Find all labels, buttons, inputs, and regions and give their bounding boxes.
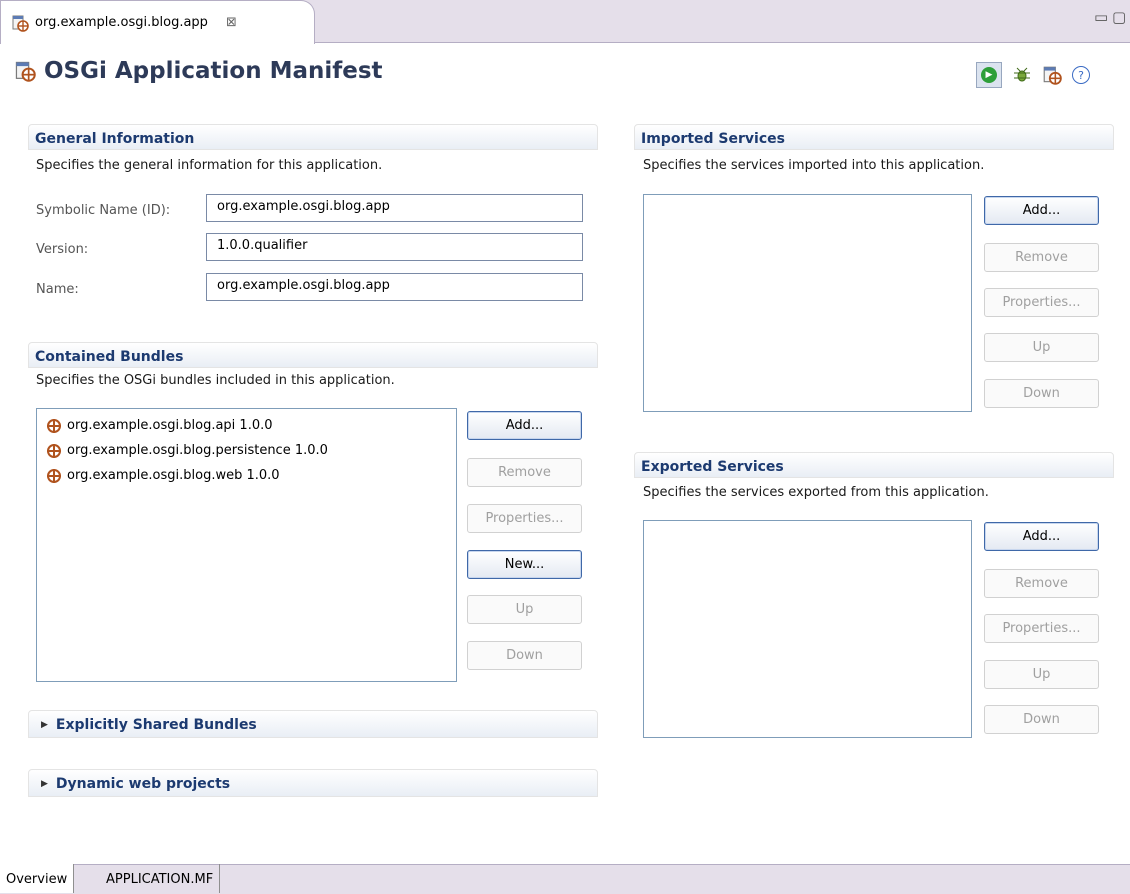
general-description: Specifies the general information for th… bbox=[36, 158, 383, 173]
exported-description: Specifies the services exported from thi… bbox=[643, 485, 989, 500]
name-label: Name: bbox=[36, 282, 79, 297]
exported-up-button[interactable]: Up bbox=[984, 660, 1099, 689]
list-item[interactable]: org.example.osgi.blog.persistence 1.0.0 bbox=[37, 438, 456, 463]
editor-tab-title: org.example.osgi.blog.app bbox=[35, 15, 208, 30]
imported-properties-button[interactable]: Properties... bbox=[984, 288, 1099, 317]
name-field[interactable]: org.example.osgi.blog.app bbox=[206, 273, 583, 301]
bundles-up-button[interactable]: Up bbox=[467, 595, 582, 624]
imported-add-button[interactable]: Add... bbox=[984, 196, 1099, 225]
minimize-icon[interactable]: ▭ bbox=[1094, 8, 1108, 28]
manifest-file-icon bbox=[12, 15, 29, 32]
exported-services-list[interactable] bbox=[643, 520, 972, 738]
close-icon[interactable]: ⊠ bbox=[226, 15, 237, 30]
explicitly-shared-bundles-title: Explicitly Shared Bundles bbox=[55, 717, 257, 733]
bundles-section-header: Contained Bundles bbox=[28, 342, 598, 368]
bundle-icon bbox=[47, 468, 61, 483]
general-section-title: General Information bbox=[35, 131, 195, 147]
manifest-export-icon[interactable] bbox=[1042, 65, 1062, 85]
expand-triangle-icon: ▶ bbox=[41, 720, 48, 730]
run-button[interactable]: ▶ bbox=[976, 62, 1002, 88]
bundles-list[interactable]: org.example.osgi.blog.api 1.0.0 org.exam… bbox=[36, 408, 457, 682]
explicitly-shared-bundles-section[interactable]: ▶ Explicitly Shared Bundles bbox=[28, 710, 598, 738]
tab-overview[interactable]: Overview bbox=[0, 864, 75, 893]
header-toolbar: ▶ ? bbox=[976, 62, 1090, 88]
list-item[interactable]: org.example.osgi.blog.api 1.0.0 bbox=[37, 413, 456, 438]
dynamic-web-projects-title: Dynamic web projects bbox=[55, 776, 231, 792]
bundles-section-title: Contained Bundles bbox=[35, 349, 184, 365]
page-title-text: OSGi Application Manifest bbox=[44, 58, 383, 84]
exported-properties-button[interactable]: Properties... bbox=[984, 614, 1099, 643]
exported-add-button[interactable]: Add... bbox=[984, 522, 1099, 551]
bundle-label: org.example.osgi.blog.api 1.0.0 bbox=[67, 418, 273, 433]
expand-triangle-icon: ▶ bbox=[41, 779, 48, 789]
exported-remove-button[interactable]: Remove bbox=[984, 569, 1099, 598]
bundle-label: org.example.osgi.blog.persistence 1.0.0 bbox=[67, 443, 328, 458]
help-icon[interactable]: ? bbox=[1072, 66, 1090, 84]
maximize-icon[interactable]: ▢ bbox=[1112, 8, 1126, 28]
imported-remove-button[interactable]: Remove bbox=[984, 243, 1099, 272]
symbolic-name-label: Symbolic Name (ID): bbox=[36, 203, 171, 218]
imported-services-list[interactable] bbox=[643, 194, 972, 412]
run-icon: ▶ bbox=[981, 67, 997, 83]
bundle-label: org.example.osgi.blog.web 1.0.0 bbox=[67, 468, 280, 483]
debug-icon[interactable] bbox=[1012, 65, 1032, 85]
bundles-new-button[interactable]: New... bbox=[467, 550, 582, 579]
exported-down-button[interactable]: Down bbox=[984, 705, 1099, 734]
bundle-icon bbox=[47, 443, 61, 458]
tab-application-mf[interactable]: APPLICATION.MF bbox=[100, 864, 221, 893]
bundles-properties-button[interactable]: Properties... bbox=[467, 504, 582, 533]
imported-description: Specifies the services imported into thi… bbox=[643, 158, 985, 173]
bundles-remove-button[interactable]: Remove bbox=[467, 458, 582, 487]
bundles-description: Specifies the OSGi bundles included in t… bbox=[36, 373, 395, 388]
bundles-down-button[interactable]: Down bbox=[467, 641, 582, 670]
version-label: Version: bbox=[36, 242, 89, 257]
symbolic-name-field[interactable]: org.example.osgi.blog.app bbox=[206, 194, 583, 222]
exported-section-title: Exported Services bbox=[641, 459, 784, 475]
list-item[interactable]: org.example.osgi.blog.web 1.0.0 bbox=[37, 463, 456, 488]
manifest-icon bbox=[15, 61, 36, 82]
dynamic-web-projects-section[interactable]: ▶ Dynamic web projects bbox=[28, 769, 598, 797]
bundles-add-button[interactable]: Add... bbox=[467, 411, 582, 440]
editor-tab[interactable]: org.example.osgi.blog.app ⊠ bbox=[0, 0, 315, 44]
version-field[interactable]: 1.0.0.qualifier bbox=[206, 233, 583, 261]
imported-down-button[interactable]: Down bbox=[984, 379, 1099, 408]
page-title: OSGi Application Manifest bbox=[14, 58, 383, 84]
imported-up-button[interactable]: Up bbox=[984, 333, 1099, 362]
exported-section-header: Exported Services bbox=[634, 452, 1114, 478]
imported-section-title: Imported Services bbox=[641, 131, 785, 147]
general-section-header: General Information bbox=[28, 124, 598, 150]
bundle-icon bbox=[47, 418, 61, 433]
imported-section-header: Imported Services bbox=[634, 124, 1114, 150]
